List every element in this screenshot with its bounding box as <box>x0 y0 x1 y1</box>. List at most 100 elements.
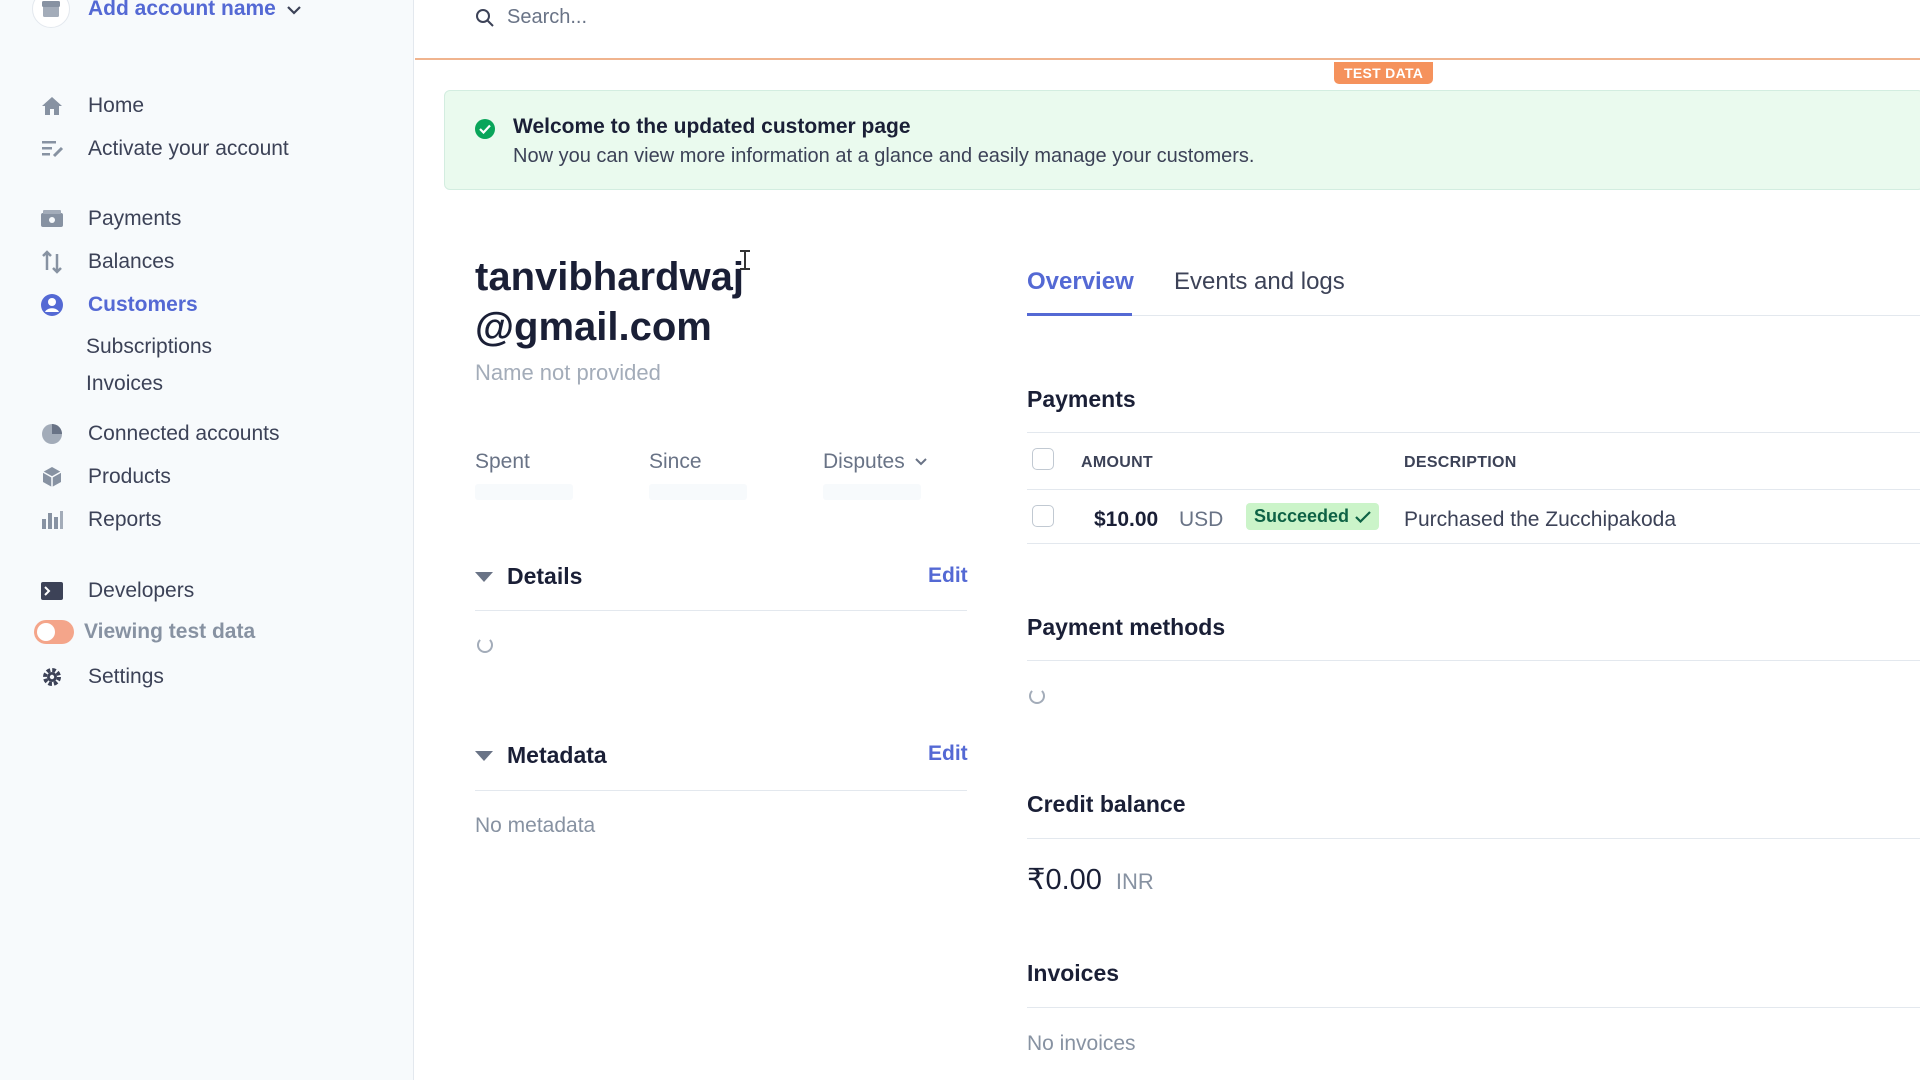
metadata-edit-button[interactable]: Edit <box>928 742 968 766</box>
sidebar-item-settings[interactable]: Settings <box>38 663 164 691</box>
chevron-down-icon <box>287 6 301 15</box>
home-icon <box>38 92 66 120</box>
sidebar-item-label: Balances <box>88 250 175 273</box>
credit-balance-title: Credit balance <box>1027 791 1186 817</box>
connected-accounts-icon <box>38 420 66 448</box>
loading-spinner-icon <box>1029 688 1045 704</box>
credit-balance-value: ₹0.00 INR <box>1027 862 1154 897</box>
sidebar: Add account name Home Activate your acco… <box>0 0 414 1080</box>
payments-icon <box>38 205 66 233</box>
stat-disputes[interactable]: Disputes <box>823 450 927 474</box>
sidebar-item-customers[interactable]: Customers <box>38 291 198 319</box>
customer-email: tanvibhardwaj @gmail.com <box>475 252 805 352</box>
caret-down-icon <box>475 750 493 761</box>
credit-currency: INR <box>1115 869 1154 894</box>
sidebar-item-connected-accounts[interactable]: Connected accounts <box>38 420 279 448</box>
details-divider <box>475 610 967 611</box>
test-data-toggle[interactable]: Viewing test data <box>34 620 255 644</box>
sidebar-item-home[interactable]: Home <box>38 92 144 120</box>
details-edit-button[interactable]: Edit <box>928 564 968 588</box>
credit-amount: ₹0.00 <box>1027 864 1102 896</box>
sidebar-item-label: Customers <box>88 293 198 316</box>
customers-icon <box>38 291 66 319</box>
loading-spinner-icon <box>477 637 493 653</box>
toggle-icon[interactable] <box>34 620 74 644</box>
table-row-divider <box>1027 543 1920 544</box>
banner-text: Now you can view more information at a g… <box>513 145 1255 167</box>
caret-down-icon <box>475 571 493 582</box>
invoices-empty: No invoices <box>1027 1032 1136 1055</box>
search-icon <box>476 8 494 27</box>
stat-since-label: Since <box>649 450 702 473</box>
account-switcher[interactable]: Add account name <box>32 0 302 36</box>
details-title: Details <box>507 563 583 589</box>
sidebar-item-developers[interactable]: Developers <box>38 577 194 605</box>
text-cursor <box>740 250 750 270</box>
payment-methods-title: Payment methods <box>1027 614 1226 640</box>
payments-divider <box>1027 432 1920 433</box>
search-bar[interactable]: Search... <box>475 6 587 29</box>
balances-icon <box>38 248 66 276</box>
tabs-divider <box>1027 315 1920 316</box>
status-label: Succeeded <box>1254 506 1350 526</box>
sidebar-item-balances[interactable]: Balances <box>38 248 174 276</box>
select-all-checkbox[interactable] <box>1032 448 1054 470</box>
invoices-title: Invoices <box>1027 960 1120 986</box>
sidebar-item-label: Products <box>88 465 171 488</box>
credit-balance-divider <box>1027 838 1920 839</box>
sidebar-item-label: Settings <box>88 665 164 688</box>
column-header-amount: AMOUNT <box>1081 454 1154 471</box>
column-header-description: DESCRIPTION <box>1404 454 1517 471</box>
chevron-down-icon <box>914 458 927 466</box>
check-icon <box>1355 510 1371 523</box>
customer-email-line1: tanvibhardwaj <box>475 255 744 299</box>
checklist-icon <box>38 135 66 163</box>
active-tab-indicator <box>1027 313 1132 316</box>
sidebar-item-label: Reports <box>88 508 162 531</box>
sidebar-item-subscriptions[interactable]: Subscriptions <box>86 335 212 359</box>
metadata-header[interactable]: Metadata <box>475 742 607 769</box>
gear-icon <box>38 663 66 691</box>
sidebar-item-invoices[interactable]: Invoices <box>86 372 163 396</box>
customer-email-line2: @gmail.com <box>475 305 712 349</box>
stat-spent-placeholder <box>475 484 573 500</box>
tab-events-and-logs[interactable]: Events and logs <box>1174 268 1345 296</box>
sidebar-item-label: Payments <box>88 207 182 230</box>
search-input[interactable]: Search... <box>507 6 587 29</box>
store-icon <box>32 0 70 28</box>
stat-spent-label: Spent <box>475 450 530 473</box>
check-circle-icon <box>475 119 495 139</box>
row-checkbox[interactable] <box>1032 505 1054 527</box>
reports-icon <box>38 506 66 534</box>
details-header[interactable]: Details <box>475 563 582 590</box>
stat-disputes-placeholder <box>823 484 921 500</box>
sidebar-item-payments[interactable]: Payments <box>38 205 181 233</box>
tab-overview[interactable]: Overview <box>1027 268 1134 296</box>
customer-name: Name not provided <box>475 360 661 385</box>
top-bar: Search... <box>415 0 1920 60</box>
banner-title: Welcome to the updated customer page <box>513 115 911 138</box>
terminal-icon <box>38 577 66 605</box>
products-icon <box>38 463 66 491</box>
payments-title: Payments <box>1027 386 1136 412</box>
sidebar-item-label: Home <box>88 94 145 117</box>
welcome-banner: Welcome to the updated customer page Now… <box>444 90 1920 190</box>
account-name-label: Add account name <box>88 0 276 20</box>
payment-methods-divider <box>1027 660 1920 661</box>
stat-disputes-label: Disputes <box>823 450 905 473</box>
sidebar-item-label: Connected accounts <box>88 422 280 445</box>
table-header-divider <box>1027 489 1920 490</box>
metadata-empty: No metadata <box>475 814 596 837</box>
payment-description: Purchased the Zucchipakoda <box>1404 508 1677 531</box>
sidebar-item-activate[interactable]: Activate your account <box>38 135 289 163</box>
payment-amount: $10.00 <box>1094 508 1159 531</box>
status-badge: Succeeded <box>1246 503 1380 530</box>
sidebar-item-label: Developers <box>88 579 195 602</box>
payment-currency: USD <box>1179 508 1224 531</box>
account-name[interactable]: Add account name <box>88 0 302 21</box>
metadata-title: Metadata <box>507 742 607 768</box>
sidebar-item-reports[interactable]: Reports <box>38 506 162 534</box>
sidebar-item-products[interactable]: Products <box>38 463 171 491</box>
stat-since-placeholder <box>649 484 747 500</box>
invoices-divider <box>1027 1007 1920 1008</box>
